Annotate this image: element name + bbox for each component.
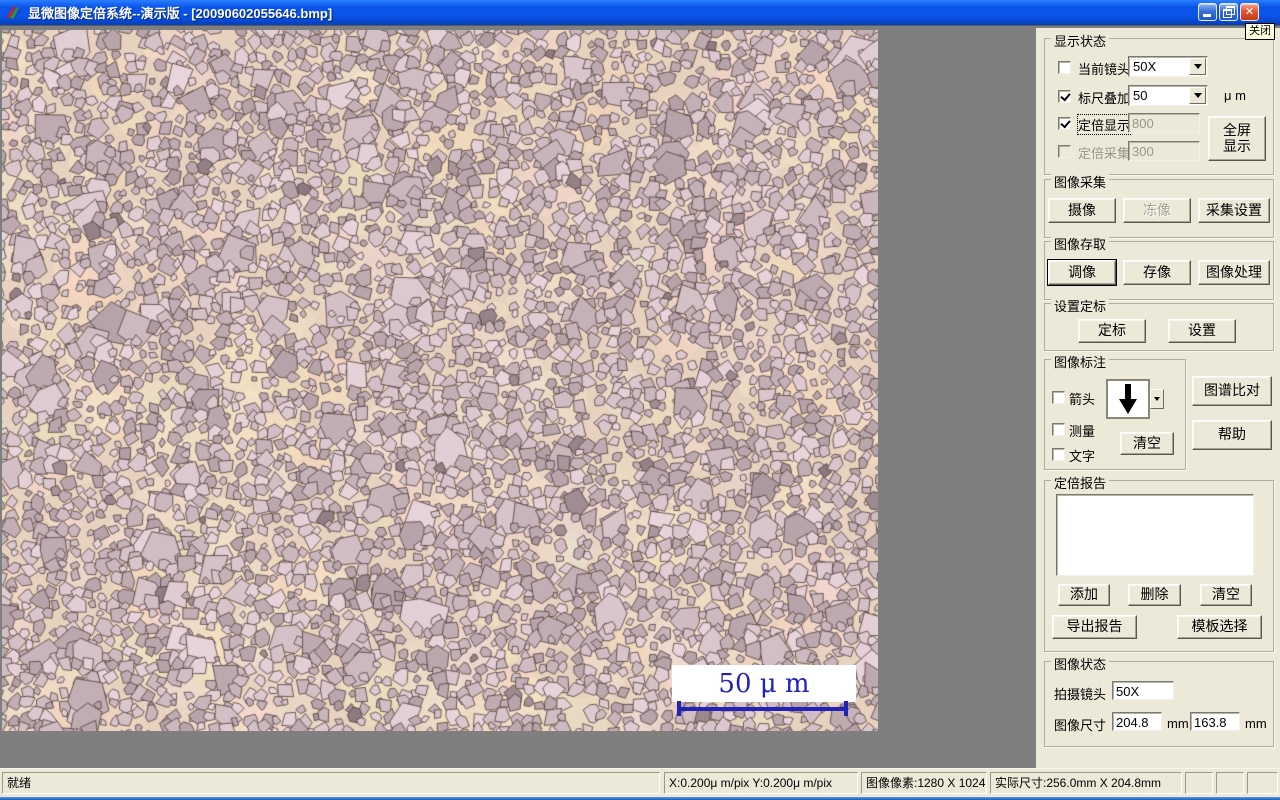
- image-process-button[interactable]: 图像处理: [1198, 260, 1270, 285]
- scale-bar-line: [677, 707, 848, 711]
- fullscreen-button-line1: 全屏: [1223, 122, 1251, 139]
- help-button[interactable]: 帮助: [1192, 420, 1272, 450]
- ruler-overlay-label: 标尺叠加: [1078, 91, 1131, 106]
- shoot-lens-field: 50X: [1112, 681, 1174, 700]
- template-select-button[interactable]: 模板选择: [1177, 615, 1262, 639]
- text-label: 文字: [1069, 449, 1096, 464]
- status-ready: 就绪: [2, 772, 660, 794]
- measure-checkbox[interactable]: [1052, 423, 1065, 436]
- current-lens-value: 50X: [1133, 59, 1157, 74]
- freeze-button: 冻像: [1123, 198, 1191, 223]
- control-panel: 显示状态 当前镜头 50X 标尺叠加 50 μ m 定倍显示 800 定倍采集 …: [1036, 28, 1280, 769]
- report-add-button[interactable]: 添加: [1058, 584, 1110, 606]
- status-actual-size: 实际尺寸:256.0mm X 204.8mm: [990, 772, 1182, 794]
- status-pixel-scale: X:0.200μ m/pix Y:0.200μ m/pix: [664, 772, 858, 794]
- chevron-down-icon[interactable]: [1189, 58, 1206, 75]
- micrograph-image[interactable]: 50 μ m: [2, 30, 878, 731]
- ruler-unit-label: μ m: [1224, 88, 1246, 103]
- fixed-display-label: 定倍显示: [1076, 114, 1132, 135]
- ruler-value: 50: [1133, 88, 1148, 103]
- group-calibration-title: 设置定标: [1051, 296, 1110, 315]
- ruler-value-combobox[interactable]: 50: [1128, 85, 1208, 106]
- group-display-status-title: 显示状态: [1051, 31, 1110, 50]
- export-report-button[interactable]: 导出报告: [1052, 615, 1137, 639]
- arrow-style-combobox[interactable]: [1106, 379, 1150, 419]
- scale-bar-label: 50 μ m: [718, 668, 810, 699]
- scale-bar-tick-right: [844, 701, 848, 716]
- group-image-capture-title: 图像采集: [1051, 172, 1110, 191]
- group-image-storage-title: 图像存取: [1051, 234, 1110, 253]
- status-bar: 就绪 X:0.200μ m/pix Y:0.200μ m/pix 图像像素:12…: [0, 768, 1280, 798]
- settings-button[interactable]: 设置: [1168, 319, 1236, 343]
- annotation-clear-button[interactable]: 清空: [1120, 432, 1174, 455]
- shoot-button[interactable]: 摄像: [1048, 198, 1116, 223]
- save-image-button[interactable]: 存像: [1123, 260, 1191, 285]
- load-image-button[interactable]: 调像: [1047, 259, 1117, 286]
- measure-label: 测量: [1069, 424, 1096, 439]
- title-bar: 显微图像定倍系统--演示版 - [20090602055646.bmp]: [0, 0, 1280, 25]
- status-empty-2: [1216, 772, 1244, 794]
- app-icon: [7, 6, 21, 20]
- report-listbox[interactable]: [1056, 494, 1254, 576]
- text-checkbox[interactable]: [1052, 448, 1065, 461]
- report-clear-button[interactable]: 清空: [1200, 584, 1252, 606]
- fixed-display-checkbox[interactable]: [1058, 117, 1071, 130]
- arrow-down-icon: [1119, 384, 1137, 414]
- close-tooltip: 关闭: [1245, 23, 1275, 40]
- scale-bar-overlay: 50 μ m: [672, 665, 858, 747]
- group-image-status-title: 图像状态: [1051, 654, 1110, 673]
- group-report-title: 定倍报告: [1051, 473, 1110, 492]
- fixed-capture-checkbox: [1058, 145, 1071, 158]
- calibrate-button[interactable]: 定标: [1078, 319, 1146, 343]
- current-lens-label: 当前镜头: [1078, 62, 1131, 77]
- fixed-display-field: 800: [1128, 113, 1200, 133]
- image-height-field: 163.8: [1190, 712, 1240, 731]
- fixed-capture-field: 300: [1128, 141, 1200, 161]
- status-empty-3: [1247, 772, 1278, 794]
- ruler-overlay-checkbox[interactable]: [1058, 90, 1071, 103]
- scale-bar-box: 50 μ m: [672, 665, 856, 702]
- image-height-unit: mm: [1245, 716, 1267, 731]
- current-lens-combobox[interactable]: 50X: [1128, 56, 1208, 77]
- arrow-combo-dropdown-button[interactable]: [1150, 389, 1164, 409]
- image-size-label: 图像尺寸: [1054, 718, 1107, 733]
- status-empty-1: [1185, 772, 1213, 794]
- restore-button[interactable]: [1219, 3, 1238, 21]
- current-lens-checkbox[interactable]: [1058, 61, 1071, 74]
- app-window: 显微图像定倍系统--演示版 - [20090602055646.bmp] 关闭 …: [0, 0, 1280, 800]
- capture-settings-button[interactable]: 采集设置: [1198, 198, 1270, 223]
- arrow-checkbox[interactable]: [1052, 391, 1065, 404]
- arrow-label: 箭头: [1069, 392, 1096, 407]
- image-width-field: 204.8: [1112, 712, 1162, 731]
- chevron-down-icon[interactable]: [1189, 87, 1206, 104]
- fullscreen-button-line2: 显示: [1223, 137, 1251, 154]
- fixed-capture-label: 定倍采集: [1078, 146, 1131, 161]
- shoot-lens-label: 拍摄镜头: [1054, 687, 1107, 702]
- client-area: 50 μ m 显示状态 当前镜头 50X 标尺叠加 50 μ m 定倍显示 80…: [0, 25, 1280, 769]
- scale-bar-tick-left: [677, 701, 681, 716]
- minimize-button[interactable]: [1198, 3, 1217, 21]
- status-image-pixels: 图像像素:1280 X 1024: [861, 772, 987, 794]
- report-delete-button[interactable]: 删除: [1128, 584, 1181, 606]
- close-button[interactable]: [1240, 3, 1259, 21]
- micrograph-canvas: [2, 30, 878, 731]
- window-title: 显微图像定倍系统--演示版 - [20090602055646.bmp]: [28, 6, 333, 21]
- fullscreen-button[interactable]: 全屏 显示: [1208, 116, 1266, 161]
- image-width-unit: mm: [1167, 716, 1189, 731]
- group-image-status: 图像状态: [1044, 654, 1274, 747]
- group-annotation-title: 图像标注: [1051, 352, 1110, 371]
- atlas-compare-button[interactable]: 图谱比对: [1192, 376, 1272, 406]
